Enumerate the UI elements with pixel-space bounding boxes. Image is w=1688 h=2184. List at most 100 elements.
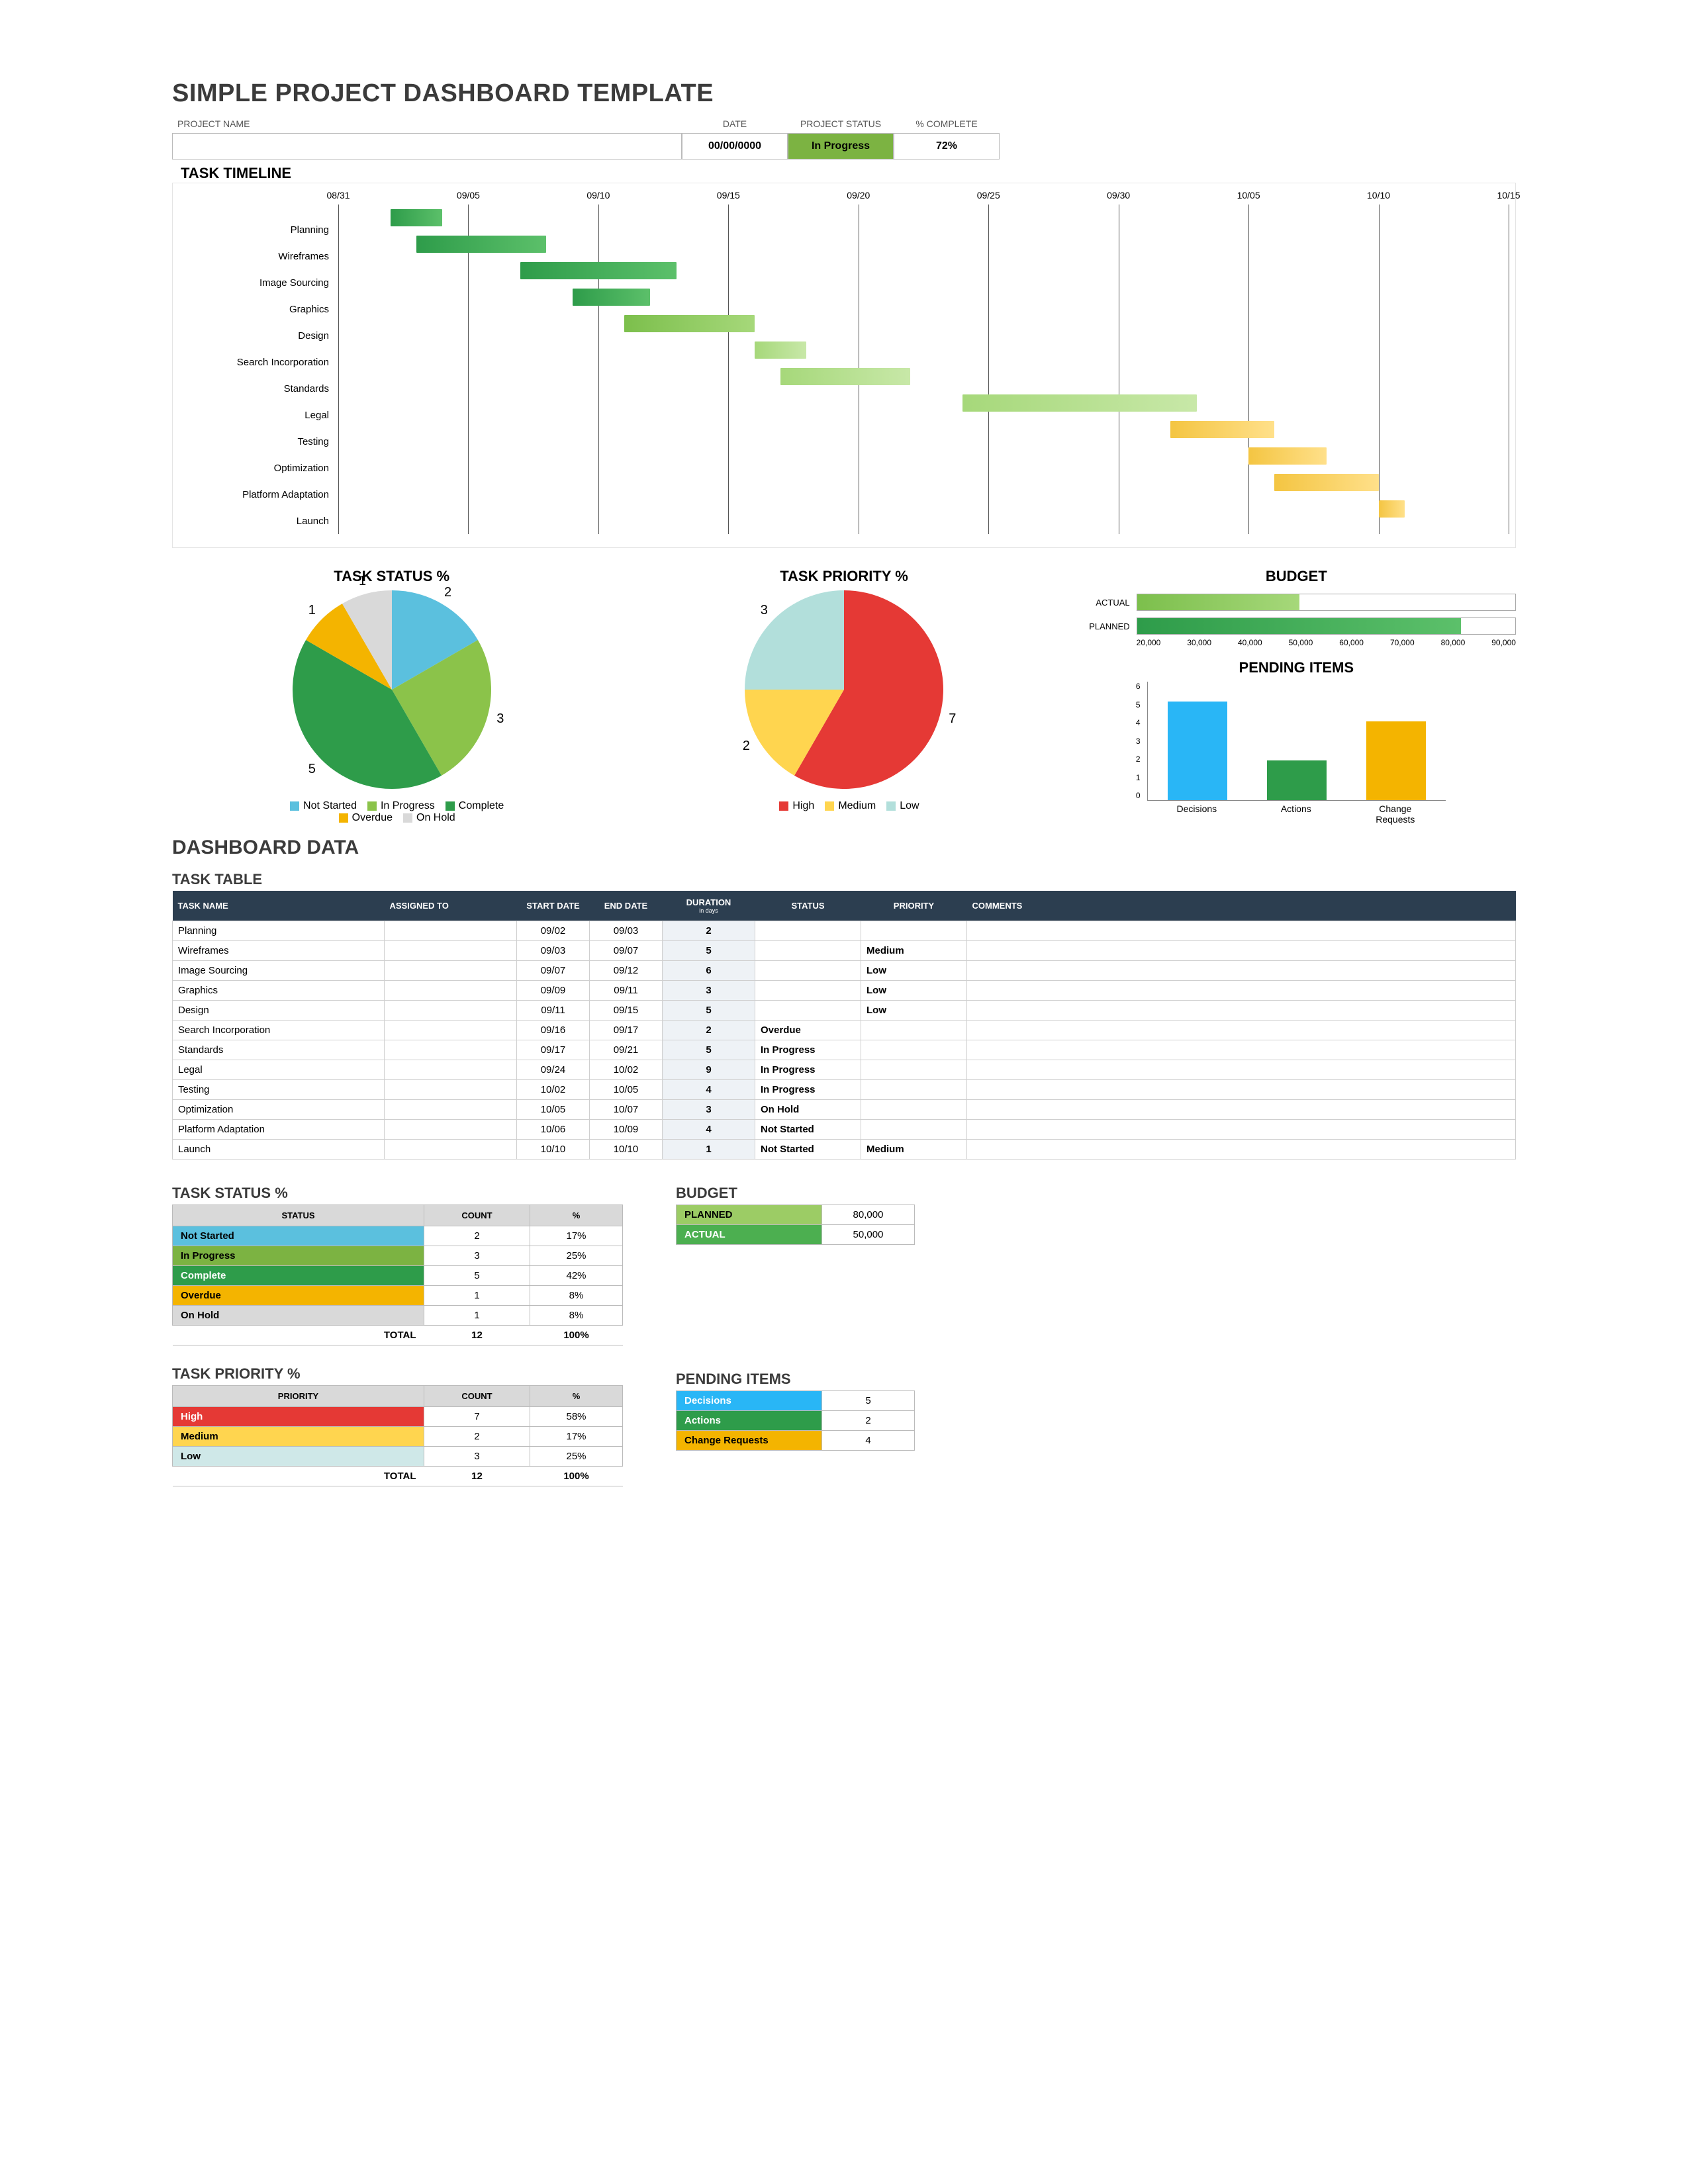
table-cell[interactable]: Not Started [173,1226,424,1246]
project-name-field[interactable] [172,133,682,159]
table-cell[interactable]: Complete [755,961,861,981]
table-cell[interactable]: High [861,1021,967,1040]
table-cell[interactable]: On Hold [173,1306,424,1326]
table-cell[interactable]: Medium [861,941,967,961]
table-cell[interactable]: 2 [663,921,755,941]
table-cell[interactable]: Complete [755,981,861,1001]
table-cell[interactable]: 10/05 [590,1080,663,1100]
table-cell[interactable]: 09/21 [590,1040,663,1060]
table-cell[interactable] [385,1060,517,1080]
table-cell[interactable]: 2 [663,1021,755,1040]
table-cell[interactable]: 09/07 [517,961,590,981]
table-cell[interactable]: Low [861,981,967,1001]
table-cell[interactable]: 09/11 [517,1001,590,1021]
table-cell[interactable]: 09/16 [517,1021,590,1040]
table-cell[interactable]: 09/17 [517,1040,590,1060]
table-cell[interactable]: 09/09 [517,981,590,1001]
table-cell[interactable] [385,921,517,941]
table-cell[interactable]: 8% [530,1286,623,1306]
table-cell[interactable]: 10/10 [517,1140,590,1160]
table-cell[interactable]: 7 [424,1407,530,1427]
table-cell[interactable]: 17% [530,1427,623,1447]
table-cell[interactable]: 09/15 [590,1001,663,1021]
table-cell[interactable]: 3 [663,981,755,1001]
table-cell[interactable]: Overdue [173,1286,424,1306]
table-cell[interactable]: High [861,921,967,941]
table-cell[interactable]: Testing [173,1080,385,1100]
table-cell[interactable]: High [861,1120,967,1140]
table-cell[interactable]: 80,000 [822,1205,915,1225]
table-cell[interactable]: 10/02 [590,1060,663,1080]
table-cell[interactable]: 50,000 [822,1225,915,1245]
table-cell[interactable]: 58% [530,1407,623,1427]
table-cell[interactable]: Not Started [755,1120,861,1140]
table-cell[interactable]: Standards [173,1040,385,1060]
table-cell[interactable] [385,1001,517,1021]
table-cell[interactable] [967,1021,1516,1040]
table-cell[interactable]: 10/07 [590,1100,663,1120]
table-cell[interactable]: 09/11 [590,981,663,1001]
table-cell[interactable]: 5 [663,1001,755,1021]
table-cell[interactable]: 09/17 [590,1021,663,1040]
table-cell[interactable] [967,921,1516,941]
table-cell[interactable]: 5 [424,1266,530,1286]
table-cell[interactable]: Complete [755,941,861,961]
table-cell[interactable] [385,941,517,961]
table-cell[interactable]: 09/24 [517,1060,590,1080]
table-cell[interactable]: 10/10 [590,1140,663,1160]
table-cell[interactable]: Low [173,1447,424,1467]
table-cell[interactable]: 25% [530,1447,623,1467]
table-cell[interactable] [385,1140,517,1160]
table-cell[interactable]: Change Requests [677,1431,822,1451]
table-cell[interactable]: 2 [424,1427,530,1447]
table-cell[interactable]: 3 [663,1100,755,1120]
table-cell[interactable]: Complete [755,921,861,941]
table-cell[interactable]: Search Incorporation [173,1021,385,1040]
table-cell[interactable]: Overdue [755,1021,861,1040]
table-cell[interactable] [967,1060,1516,1080]
table-cell[interactable]: In Progress [755,1080,861,1100]
table-cell[interactable] [385,961,517,981]
table-cell[interactable]: In Progress [755,1040,861,1060]
table-cell[interactable]: 1 [424,1306,530,1326]
table-cell[interactable]: High [861,1060,967,1080]
table-cell[interactable]: 9 [663,1060,755,1080]
table-cell[interactable]: Optimization [173,1100,385,1120]
table-cell[interactable]: 6 [663,961,755,981]
table-cell[interactable]: In Progress [755,1060,861,1080]
table-cell[interactable] [385,1080,517,1100]
table-cell[interactable]: Medium [173,1427,424,1447]
date-field[interactable]: 00/00/0000 [682,133,788,159]
table-cell[interactable]: High [861,1040,967,1060]
table-cell[interactable]: Wireframes [173,941,385,961]
table-cell[interactable]: Decisions [677,1391,822,1411]
table-cell[interactable] [385,981,517,1001]
table-cell[interactable]: 2 [424,1226,530,1246]
table-cell[interactable] [385,1100,517,1120]
table-cell[interactable] [967,1040,1516,1060]
table-cell[interactable] [385,1040,517,1060]
table-cell[interactable]: 3 [424,1246,530,1266]
table-cell[interactable]: High [173,1407,424,1427]
table-cell[interactable]: 25% [530,1246,623,1266]
table-cell[interactable]: Complete [755,1001,861,1021]
table-cell[interactable]: 5 [663,941,755,961]
table-cell[interactable]: Launch [173,1140,385,1160]
table-cell[interactable]: Image Sourcing [173,961,385,981]
table-cell[interactable]: Planning [173,921,385,941]
table-cell[interactable] [385,1120,517,1140]
table-cell[interactable]: Actions [677,1411,822,1431]
table-cell[interactable] [967,1080,1516,1100]
table-cell[interactable]: High [861,1100,967,1120]
table-cell[interactable]: PLANNED [677,1205,822,1225]
table-cell[interactable]: 5 [822,1391,915,1411]
table-cell[interactable] [967,1140,1516,1160]
table-cell[interactable]: 4 [663,1120,755,1140]
table-cell[interactable]: 09/07 [590,941,663,961]
table-cell[interactable]: 3 [424,1447,530,1467]
table-cell[interactable]: Low [861,1001,967,1021]
table-cell[interactable]: 8% [530,1306,623,1326]
project-status-field[interactable]: In Progress [788,133,894,159]
table-cell[interactable]: 42% [530,1266,623,1286]
table-cell[interactable]: 10/05 [517,1100,590,1120]
